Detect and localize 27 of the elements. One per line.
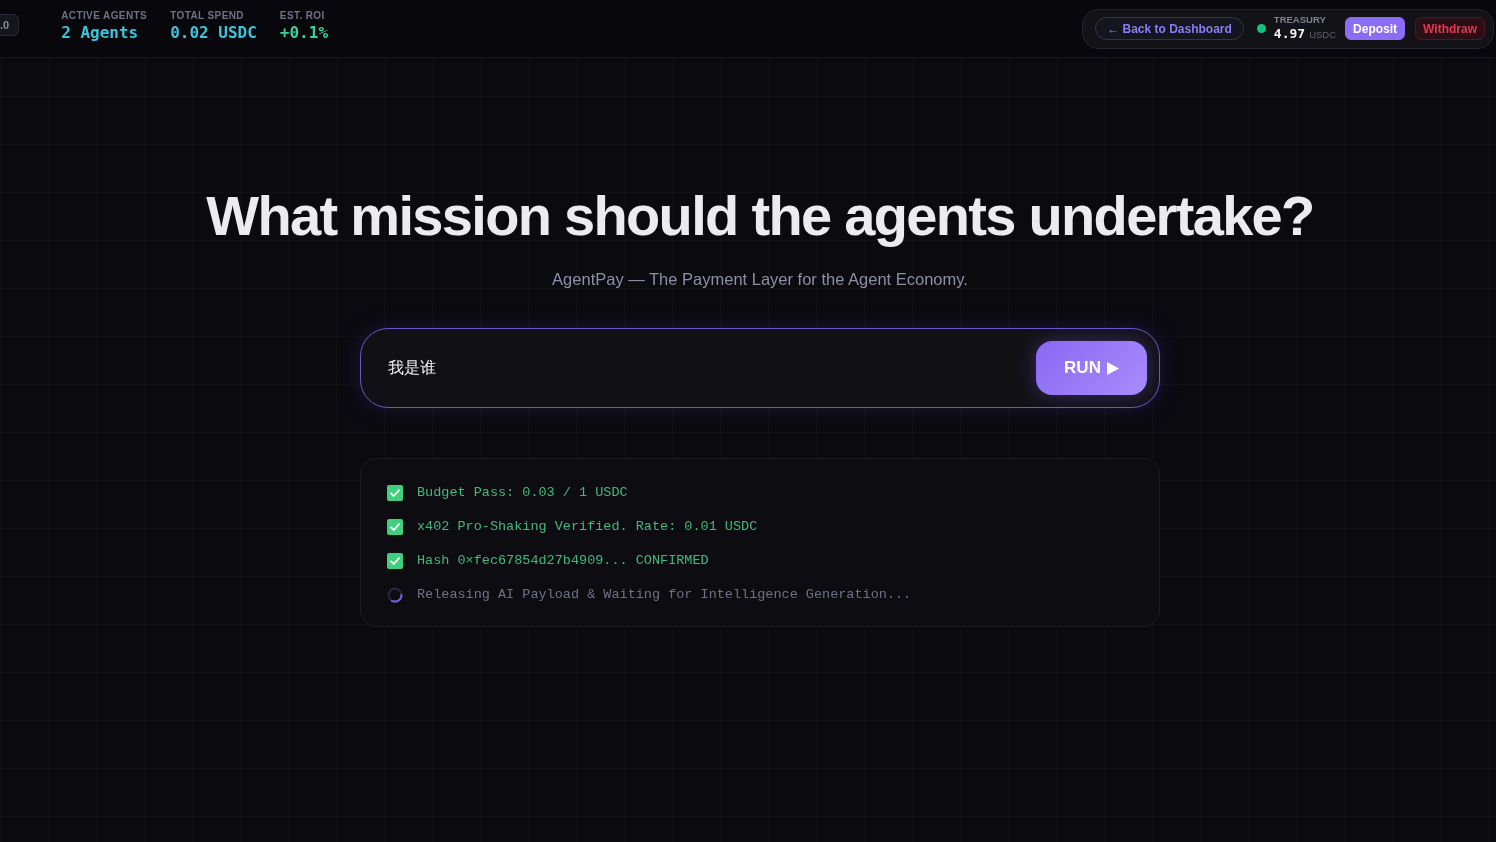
check-icon (387, 553, 403, 569)
treasury-unit: USDC (1309, 28, 1337, 43)
stat-value: +0.1% (279, 23, 328, 43)
play-icon (1106, 361, 1119, 375)
treasury-label: TREASURY (1273, 14, 1327, 27)
stat-label: EST. ROI (279, 9, 326, 23)
hero-subtitle: AgentPay — The Payment Layer for the Agent Economy. (552, 269, 968, 290)
log-text: Releasing AI Payload & Waiting for Intelligence Generation... (417, 585, 912, 604)
check-icon (387, 519, 403, 535)
stat-value: 2 Agents (61, 23, 140, 43)
back-to-dashboard-link[interactable]: ← Back to Dashboard (1095, 17, 1244, 40)
log-text: Budget Pass: 0.03 / 1 USDC (417, 483, 628, 502)
log-text: x402 Pro-Shaking Verified. Rate: 0.01 USDC (417, 517, 758, 536)
deposit-button[interactable]: Deposit (1345, 17, 1406, 40)
log-text: Hash 0×fec67854d27b4909... CONFIRMED (417, 551, 709, 570)
check-icon (387, 485, 403, 501)
treasury-amount: 4.97 (1273, 26, 1306, 43)
prompt-field[interactable]: 我是谁 RUN (360, 328, 1160, 408)
stat-label: TOTAL SPEND (170, 9, 245, 23)
version-badge: .0 (0, 14, 20, 36)
prompt-input[interactable]: 我是谁 (388, 348, 1036, 388)
withdraw-button[interactable]: Withdraw (1415, 17, 1485, 40)
hero-title: What mission should the agents undertake? (206, 186, 1314, 246)
run-button[interactable]: RUN (1036, 341, 1147, 395)
spinner-icon (387, 587, 403, 603)
stat-value: 0.02 USDC (170, 23, 257, 43)
stat-label: ACTIVE AGENTS (61, 9, 148, 23)
